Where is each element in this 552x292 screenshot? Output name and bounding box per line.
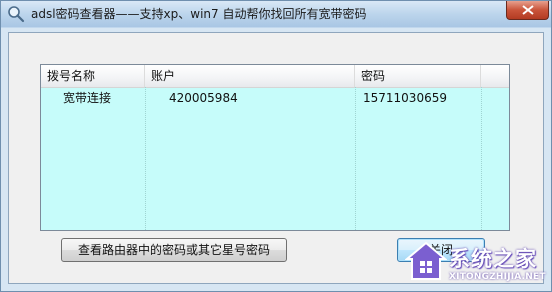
close-icon [522,5,534,15]
window-close-button[interactable] [506,1,549,20]
watermark-en: XITONGZHIJIA.NET [449,272,546,282]
app-window: adsl密码查看器——支持xp、win7 自动帮你找回所有宽带密码 拨号名称 账… [0,0,552,292]
cell-dial-name: 宽带连接 [63,91,112,105]
password-list[interactable]: 拨号名称 账户 密码 宽带连接 420005984 15711030659 [40,64,510,231]
house-logo-icon [405,241,447,280]
view-router-password-button[interactable]: 查看路由器中的密码或其它星号密码 [61,238,287,262]
grid-line [481,87,482,230]
magnifier-icon [7,5,25,23]
title-bar[interactable]: adsl密码查看器——支持xp、win7 自动帮你找回所有宽带密码 [1,1,551,27]
list-item[interactable]: 宽带连接 420005984 15711030659 [41,89,509,107]
grid-line [145,87,146,230]
cell-password: 15711030659 [363,91,447,105]
site-watermark: 系统之家 XITONGZHIJIA.NET [405,239,551,291]
window-title: adsl密码查看器——支持xp、win7 自动帮你找回所有宽带密码 [31,7,367,21]
column-account[interactable]: 账户 [145,65,355,87]
watermark-cn: 系统之家 [449,247,537,271]
grid-line [355,87,356,230]
column-password[interactable]: 密码 [355,65,481,87]
list-header: 拨号名称 账户 密码 [41,65,509,88]
column-dial-name[interactable]: 拨号名称 [41,65,145,87]
cell-account: 420005984 [169,91,238,105]
